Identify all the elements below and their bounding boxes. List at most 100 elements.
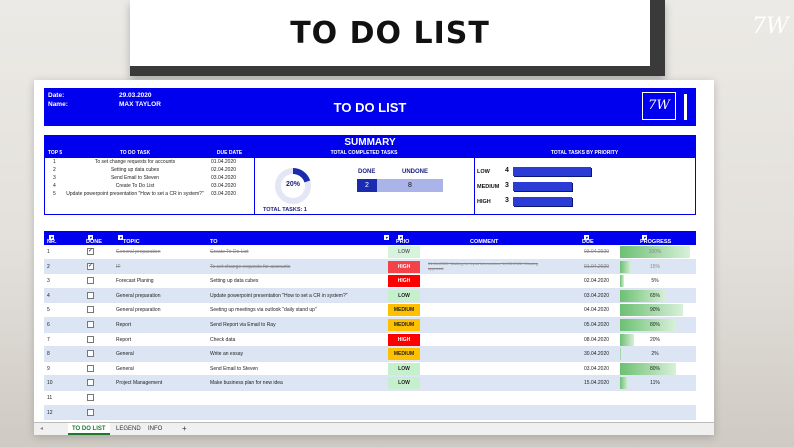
row-due[interactable]: 02.04.2020 [584,278,609,284]
row-task[interactable]: Check data [210,337,235,343]
row-task[interactable]: To set change requests for accounts [210,264,290,270]
tab-legend[interactable]: LEGEND [112,423,145,435]
row-nr: 1 [47,249,50,255]
priority-cell[interactable]: HIGH [388,333,420,346]
priority-cell[interactable]: LOW [388,362,420,375]
row-nr: 12 [47,409,53,416]
col-done[interactable]: DONE ▾ [86,235,102,245]
table-row[interactable]: 1 ✓ General preparation Create To Do List 03… [44,245,696,260]
row-comment[interactable]: 01.04.2020: Waiting for input informatio… [428,261,538,271]
row-task[interactable]: Setting up data cubes [210,278,258,284]
row-due[interactable]: 01.04.2020 [584,264,609,270]
done-count: 2 [357,179,377,192]
top5-item: 2 Setting up data cubes 02.04.2020 [53,167,237,173]
row-task[interactable]: Make business plan for new idea [210,380,283,386]
row-topic[interactable]: General preparation [116,249,160,255]
date-value[interactable]: 29.03.2020 [119,92,152,99]
title-banner-card: TO DO LIST [130,0,650,66]
progress-value: 5% [651,278,659,285]
col-progress[interactable]: PROGRESS (%)▾ [640,235,671,251]
row-nr: 8 [47,351,50,358]
row-task[interactable]: Seeting up meetings via outlook "daily s… [210,307,317,313]
row-due[interactable]: 03.04.2020 [584,293,609,299]
done-checkbox[interactable] [87,408,94,416]
table-row[interactable]: 4 General preparation Update powerpoint pr… [44,288,696,304]
table-row[interactable]: 8 General Write an essay 30.04.2020 MEDIUM 2% [44,347,696,362]
row-task[interactable]: Send Report via Email to Ray [210,322,276,328]
col-prio-dd[interactable]: ▾ [382,235,389,241]
done-checkbox[interactable] [87,350,94,358]
done-checkbox[interactable] [87,277,94,285]
done-checkbox[interactable] [87,320,94,328]
done-checkbox[interactable] [87,291,94,299]
tab-info[interactable]: INFO [144,423,166,435]
progress-bar: 2% [620,348,690,361]
priority-cell[interactable]: MEDIUM [388,348,420,361]
add-sheet-button[interactable]: + [178,423,191,435]
completed-header: TOTAL COMPLETED TASKS [254,149,474,158]
table-row[interactable]: 2 ✓ IT To set change requests for accounts 0… [44,259,696,275]
done-label: DONE [358,169,376,175]
table-row[interactable]: 6 Report Send Report via Email to Ray 05.04… [44,317,696,333]
row-due[interactable]: 03.04.2020 [584,249,609,255]
total-tasks: TOTAL TASKS: 1 [263,207,307,213]
row-due[interactable]: 03.04.2020 [584,366,609,372]
undone-count: 8 [377,179,443,192]
done-checkbox[interactable] [87,379,94,387]
row-topic[interactable]: General preparation [116,293,160,299]
progress-value: 11% [650,380,660,387]
priority-cell[interactable]: LOW [388,289,420,302]
row-topic[interactable]: Report [116,322,131,328]
table-row[interactable]: 10 Project Management Make business plan f… [44,376,696,391]
row-task[interactable]: Send Email to Steven [210,366,258,372]
tab-to-do-list[interactable]: TO DO LIST [68,423,110,435]
col-prio[interactable]: PRIO ▾ [396,235,409,245]
done-checkbox[interactable] [87,335,94,343]
top5-item: 3 Send Email to Steven 03.04.2020 [53,175,237,181]
row-topic[interactable]: General [116,366,134,372]
row-nr: 11 [47,394,53,401]
row-topic[interactable]: Report [116,337,131,343]
priority-cell[interactable]: LOW [388,246,420,258]
progress-bar: 80% [620,362,690,375]
row-topic[interactable]: Forecast Planing [116,278,154,284]
row-due[interactable]: 04.04.2020 [584,307,609,313]
row-due[interactable]: 30.04.2020 [584,351,609,357]
table-row[interactable]: 11 [44,391,696,406]
done-checkbox[interactable] [87,306,94,314]
priority-medium-count: 3 [505,182,509,189]
table-row[interactable]: 7 Report Check data 08.04.2020 HIGH 20% [44,333,696,348]
done-checkbox[interactable]: ✓ [87,248,94,255]
row-topic[interactable]: IT [116,264,120,270]
row-topic[interactable]: General preparation [116,307,160,313]
table-row[interactable]: 5 General preparation Seeting up meetings … [44,303,696,318]
row-nr: 10 [47,380,53,387]
tab-scroll-left[interactable]: ◂ [36,423,47,435]
row-topic[interactable]: General [116,351,134,357]
row-due[interactable]: 15.04.2020 [584,380,609,386]
done-checkbox[interactable] [87,393,94,401]
date-label: Date: [48,92,65,99]
row-task[interactable]: Create To Do List [210,249,249,255]
priority-medium-bar [513,182,572,191]
priority-cell[interactable]: LOW [388,377,420,390]
row-task[interactable]: Write an essay [210,351,243,357]
done-checkbox[interactable]: ✓ [87,262,94,270]
table-row[interactable]: 12 [44,405,696,421]
table-row[interactable]: 9 General Send Email to Steven 03.04.2020 LO… [44,362,696,377]
priority-cell[interactable]: MEDIUM [388,318,420,331]
row-topic[interactable]: Project Management [116,380,162,386]
done-checkbox[interactable] [87,364,94,372]
priority-cell[interactable]: HIGH [388,260,420,273]
priority-cell[interactable]: HIGH [388,275,420,288]
table-row[interactable]: 3 Forecast Planing Setting up data cubes 02… [44,274,696,289]
row-task[interactable]: Update powerpoint presentation "How to s… [210,293,348,299]
progress-bar: 65% [620,289,690,302]
progress-value: 80% [649,321,660,328]
col-due[interactable]: DUE DATE ▾ [582,235,597,251]
priority-cell[interactable]: MEDIUM [388,304,420,317]
row-due[interactable]: 05.04.2020 [584,322,609,328]
row-due[interactable]: 08.04.2020 [584,337,609,343]
col-nr[interactable]: NR. ▾ [47,235,56,245]
col-topic[interactable]: ▾ TOPIC [116,235,140,245]
